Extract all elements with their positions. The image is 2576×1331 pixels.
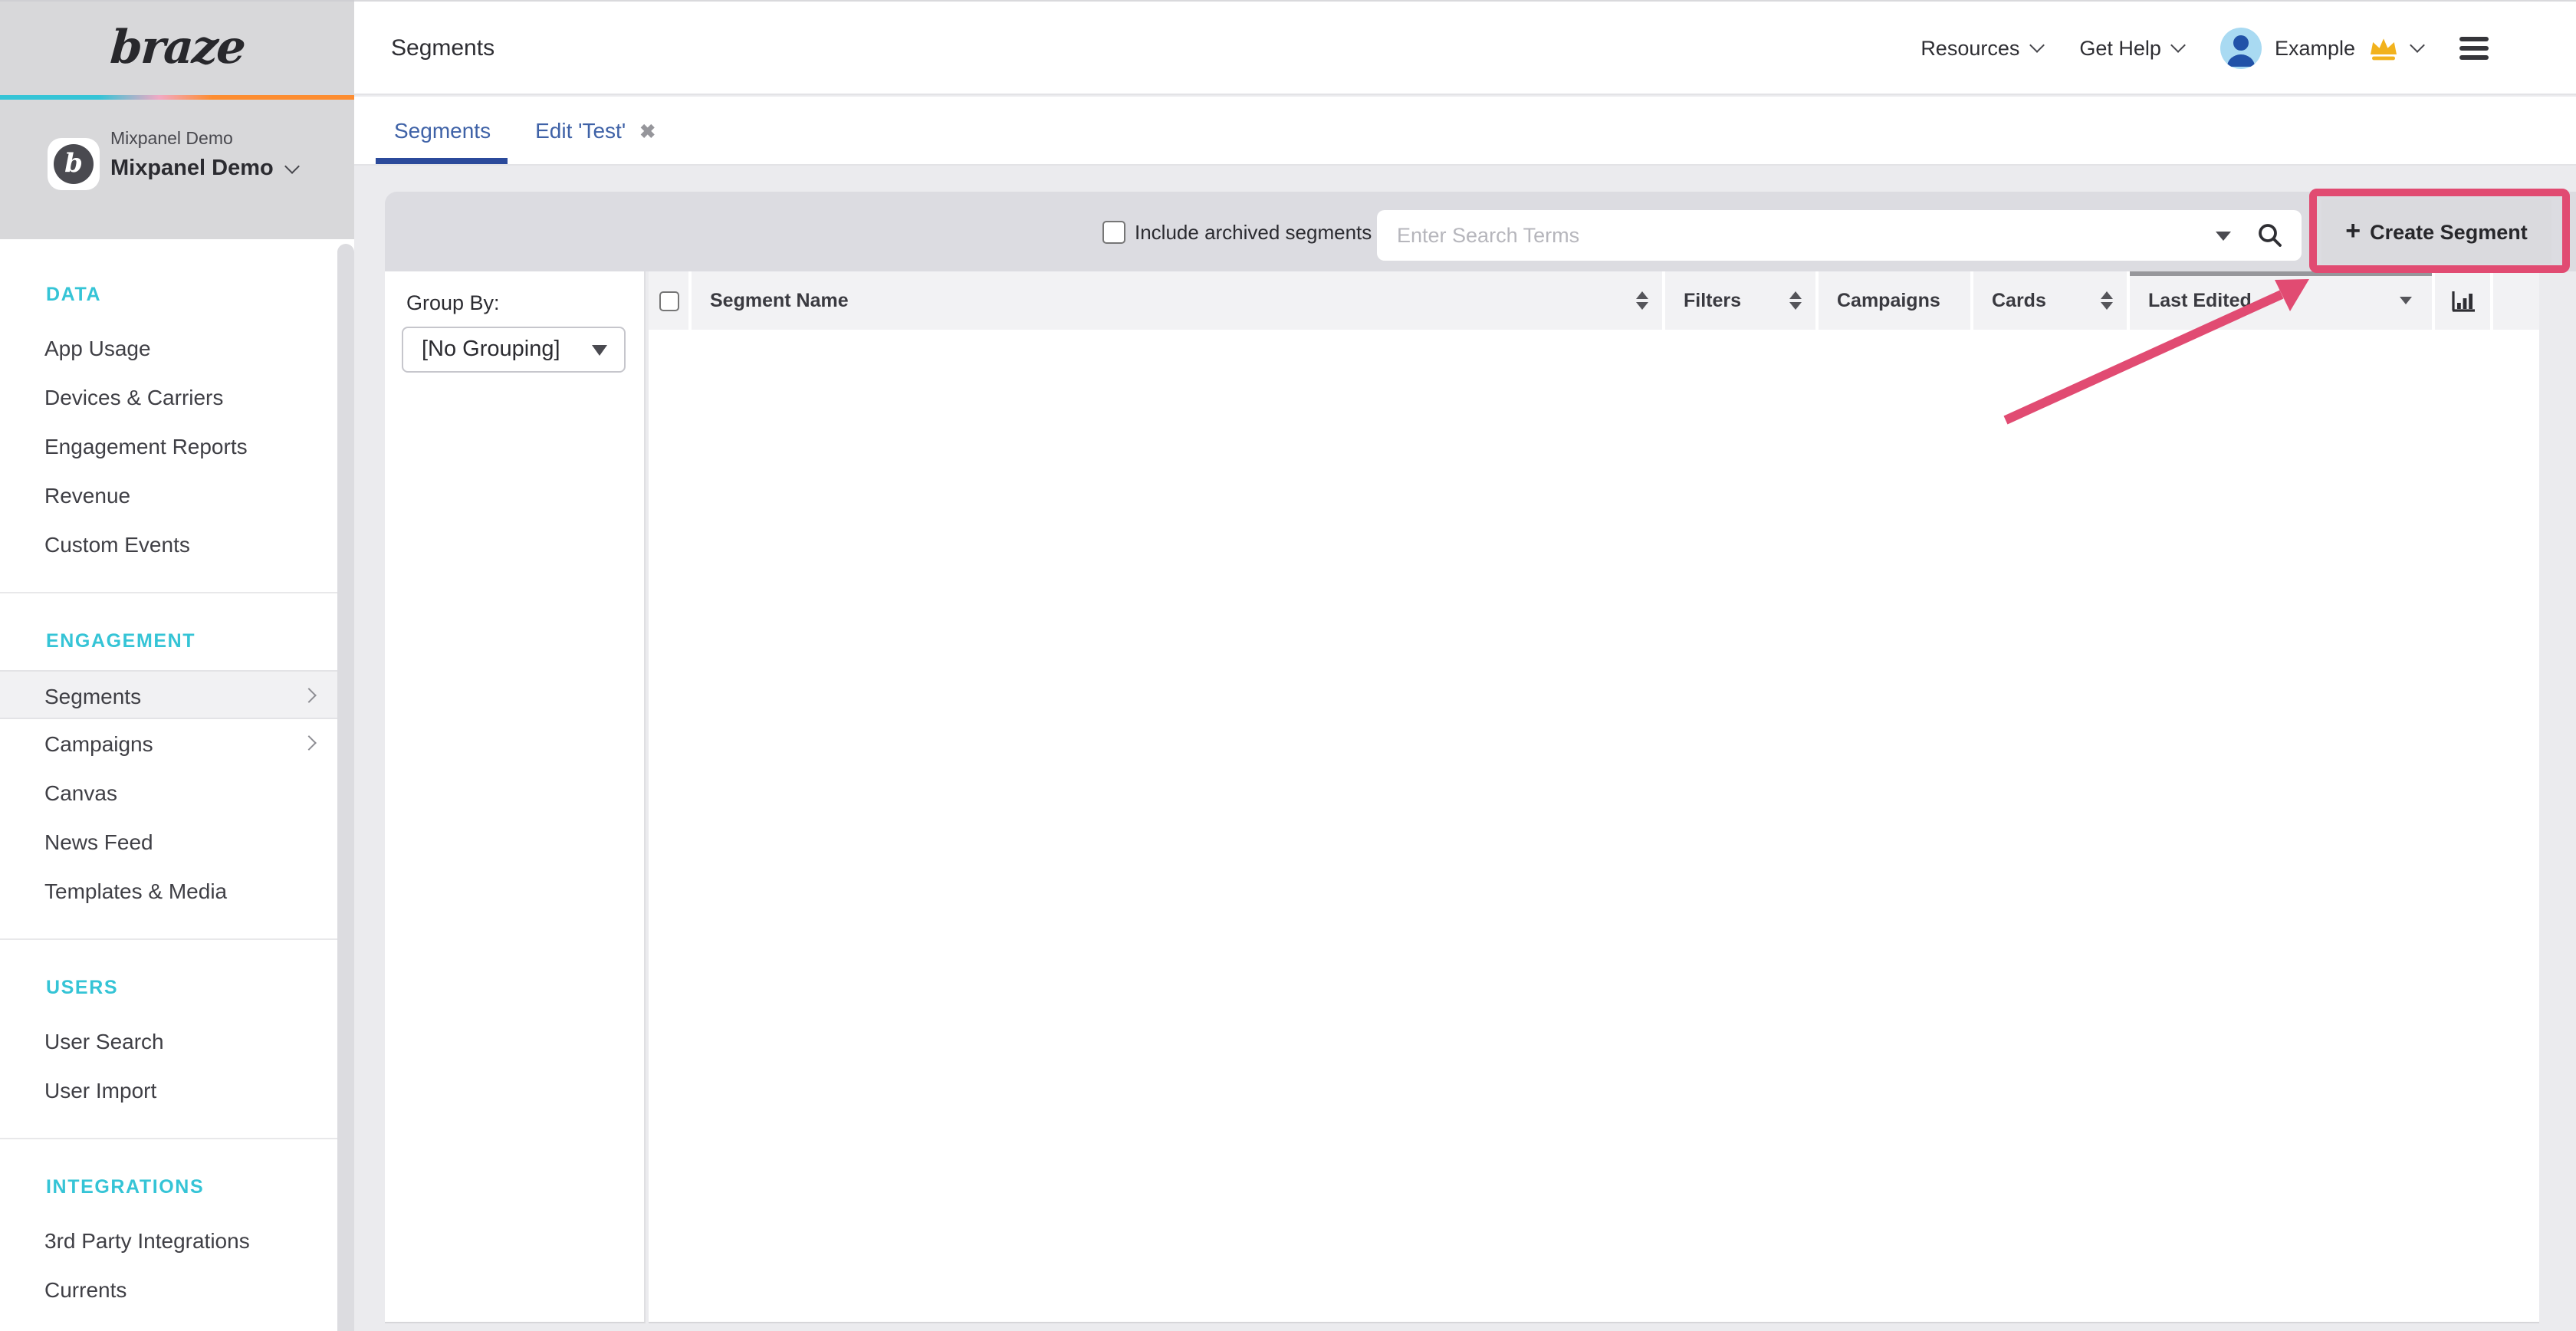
column-label: Filters bbox=[1684, 290, 1741, 311]
resources-menu[interactable]: Resources bbox=[1921, 36, 2042, 59]
histogram-icon bbox=[2450, 289, 2476, 312]
column-header-last-edited[interactable]: Last Edited bbox=[2130, 271, 2432, 330]
tab-label: Edit 'Test' bbox=[535, 118, 626, 143]
include-archived-checkbox[interactable] bbox=[1102, 220, 1125, 243]
sidebar-scrollbar[interactable] bbox=[337, 244, 354, 1331]
braze-logo: braze bbox=[108, 21, 246, 75]
plus-icon: + bbox=[2345, 218, 2361, 244]
workspace-switcher[interactable]: b Mixpanel Demo Mixpanel Demo bbox=[0, 100, 354, 239]
chevron-right-icon bbox=[301, 735, 317, 751]
hamburger-menu-icon[interactable] bbox=[2459, 33, 2489, 62]
segments-table: Segment Name Filters Campaigns Cards Las… bbox=[649, 271, 2539, 1323]
workspace-avatar: b bbox=[48, 138, 100, 190]
sidebar-item-currents[interactable]: Currents bbox=[0, 1265, 354, 1314]
page-title: Segments bbox=[391, 35, 495, 61]
create-segment-button[interactable]: + Create Segment bbox=[2321, 199, 2551, 264]
column-header-spacer bbox=[2493, 271, 2539, 330]
sidebar-section-users: USERS bbox=[0, 963, 354, 1012]
crown-icon bbox=[2367, 35, 2400, 61]
chevron-down-icon bbox=[2029, 37, 2045, 52]
column-header-analytics[interactable] bbox=[2435, 271, 2490, 330]
group-by-select[interactable]: [No Grouping] bbox=[402, 327, 626, 373]
sort-icon[interactable] bbox=[2101, 291, 2113, 310]
sidebar-section-engagement: ENGAGEMENT bbox=[0, 616, 354, 666]
column-label: Cards bbox=[1992, 290, 2046, 311]
tab-label: Segments bbox=[394, 118, 491, 143]
column-header-cards[interactable]: Cards bbox=[1973, 271, 2127, 330]
sidebar-item-revenue[interactable]: Revenue bbox=[0, 471, 354, 520]
column-dropdown-caret-icon[interactable] bbox=[2400, 297, 2412, 304]
mixpanel-logo-icon: b bbox=[54, 144, 94, 184]
workspace-app-name: Mixpanel Demo bbox=[110, 156, 274, 181]
sidebar-item-user-search[interactable]: User Search bbox=[0, 1017, 354, 1066]
chevron-down-icon bbox=[2410, 37, 2425, 52]
active-tab-indicator bbox=[376, 158, 508, 164]
top-bar: Segments Resources Get Help Ex bbox=[354, 0, 2576, 95]
sidebar-item-engagement-reports[interactable]: Engagement Reports bbox=[0, 422, 354, 471]
sidebar-section-integrations: INTEGRATIONS bbox=[0, 1162, 354, 1211]
tab-edit-test[interactable]: Edit 'Test' ✖ bbox=[535, 118, 656, 143]
select-all-cell bbox=[649, 271, 688, 330]
select-caret-icon bbox=[592, 344, 607, 355]
group-by-label: Group By: bbox=[406, 291, 644, 314]
get-help-menu[interactable]: Get Help bbox=[2079, 36, 2184, 59]
column-header-campaigns[interactable]: Campaigns bbox=[1819, 271, 1970, 330]
sidebar-section-data: DATA bbox=[0, 270, 354, 319]
sidebar-item-segments[interactable]: Segments bbox=[0, 670, 354, 719]
create-segment-label: Create Segment bbox=[2370, 220, 2528, 243]
sidebar-item-label: Segments bbox=[44, 684, 141, 708]
chevron-down-icon bbox=[285, 158, 301, 173]
top-right-controls: Resources Get Help Example bbox=[1921, 27, 2576, 68]
sort-icon[interactable] bbox=[1789, 291, 1802, 310]
table-body-empty bbox=[649, 330, 2539, 1323]
workspace-org-name: Mixpanel Demo bbox=[110, 130, 298, 149]
sidebar-item-campaigns[interactable]: Campaigns bbox=[0, 719, 354, 768]
group-by-panel: Group By: [No Grouping] bbox=[385, 271, 646, 1323]
braze-dashboard: braze b Mixpanel Demo Mixpanel Demo DATA… bbox=[0, 0, 2576, 1331]
segment-search bbox=[1377, 210, 2302, 261]
sidebar: DATA App Usage Devices & Carriers Engage… bbox=[0, 239, 354, 1331]
sidebar-item-app-usage[interactable]: App Usage bbox=[0, 324, 354, 373]
sidebar-item-custom-events[interactable]: Custom Events bbox=[0, 520, 354, 569]
user-profile-menu[interactable]: Example bbox=[2221, 27, 2423, 68]
include-archived-control: Include archived segments bbox=[1102, 192, 1372, 271]
search-input[interactable] bbox=[1377, 210, 2205, 261]
brand-header: braze bbox=[0, 0, 354, 95]
user-avatar-icon bbox=[2221, 27, 2262, 68]
content-area: Include archived segments + Create Segme… bbox=[354, 167, 2576, 1331]
select-all-checkbox[interactable] bbox=[659, 291, 678, 311]
sort-icon[interactable] bbox=[1636, 291, 1648, 310]
search-dropdown-caret-icon[interactable] bbox=[2216, 232, 2231, 241]
close-icon[interactable]: ✖ bbox=[639, 119, 656, 142]
table-header-row: Segment Name Filters Campaigns Cards Las… bbox=[649, 271, 2539, 330]
sidebar-item-3rd-party-integrations[interactable]: 3rd Party Integrations bbox=[0, 1216, 354, 1265]
sidebar-item-user-import[interactable]: User Import bbox=[0, 1066, 354, 1115]
chevron-down-icon bbox=[2171, 37, 2187, 52]
column-label: Last Edited bbox=[2148, 290, 2252, 311]
sidebar-item-templates-media[interactable]: Templates & Media bbox=[0, 866, 354, 915]
include-archived-label[interactable]: Include archived segments bbox=[1135, 220, 1372, 243]
sidebar-divider bbox=[0, 592, 354, 593]
sidebar-item-news-feed[interactable]: News Feed bbox=[0, 817, 354, 866]
group-by-value: [No Grouping] bbox=[422, 337, 592, 362]
sidebar-item-canvas[interactable]: Canvas bbox=[0, 768, 354, 817]
tab-bar: Segments Edit 'Test' ✖ bbox=[354, 97, 2576, 166]
get-help-label: Get Help bbox=[2079, 36, 2161, 59]
segments-toolbar: Include archived segments + Create Segme… bbox=[385, 192, 2576, 271]
column-header-filters[interactable]: Filters bbox=[1665, 271, 1815, 330]
user-name: Example bbox=[2275, 36, 2355, 59]
sidebar-divider bbox=[0, 938, 354, 940]
chevron-right-icon bbox=[301, 688, 317, 703]
sidebar-item-devices-carriers[interactable]: Devices & Carriers bbox=[0, 373, 354, 422]
column-label: Campaigns bbox=[1837, 290, 1940, 311]
resources-label: Resources bbox=[1921, 36, 2019, 59]
tab-segments[interactable]: Segments bbox=[394, 118, 491, 143]
column-header-segment-name[interactable]: Segment Name bbox=[692, 271, 1662, 330]
search-icon[interactable] bbox=[2257, 222, 2283, 248]
workspace-labels: Mixpanel Demo Mixpanel Demo bbox=[110, 130, 298, 181]
sidebar-item-label: Campaigns bbox=[44, 731, 153, 756]
column-label: Segment Name bbox=[710, 290, 849, 311]
sidebar-divider bbox=[0, 1138, 354, 1139]
